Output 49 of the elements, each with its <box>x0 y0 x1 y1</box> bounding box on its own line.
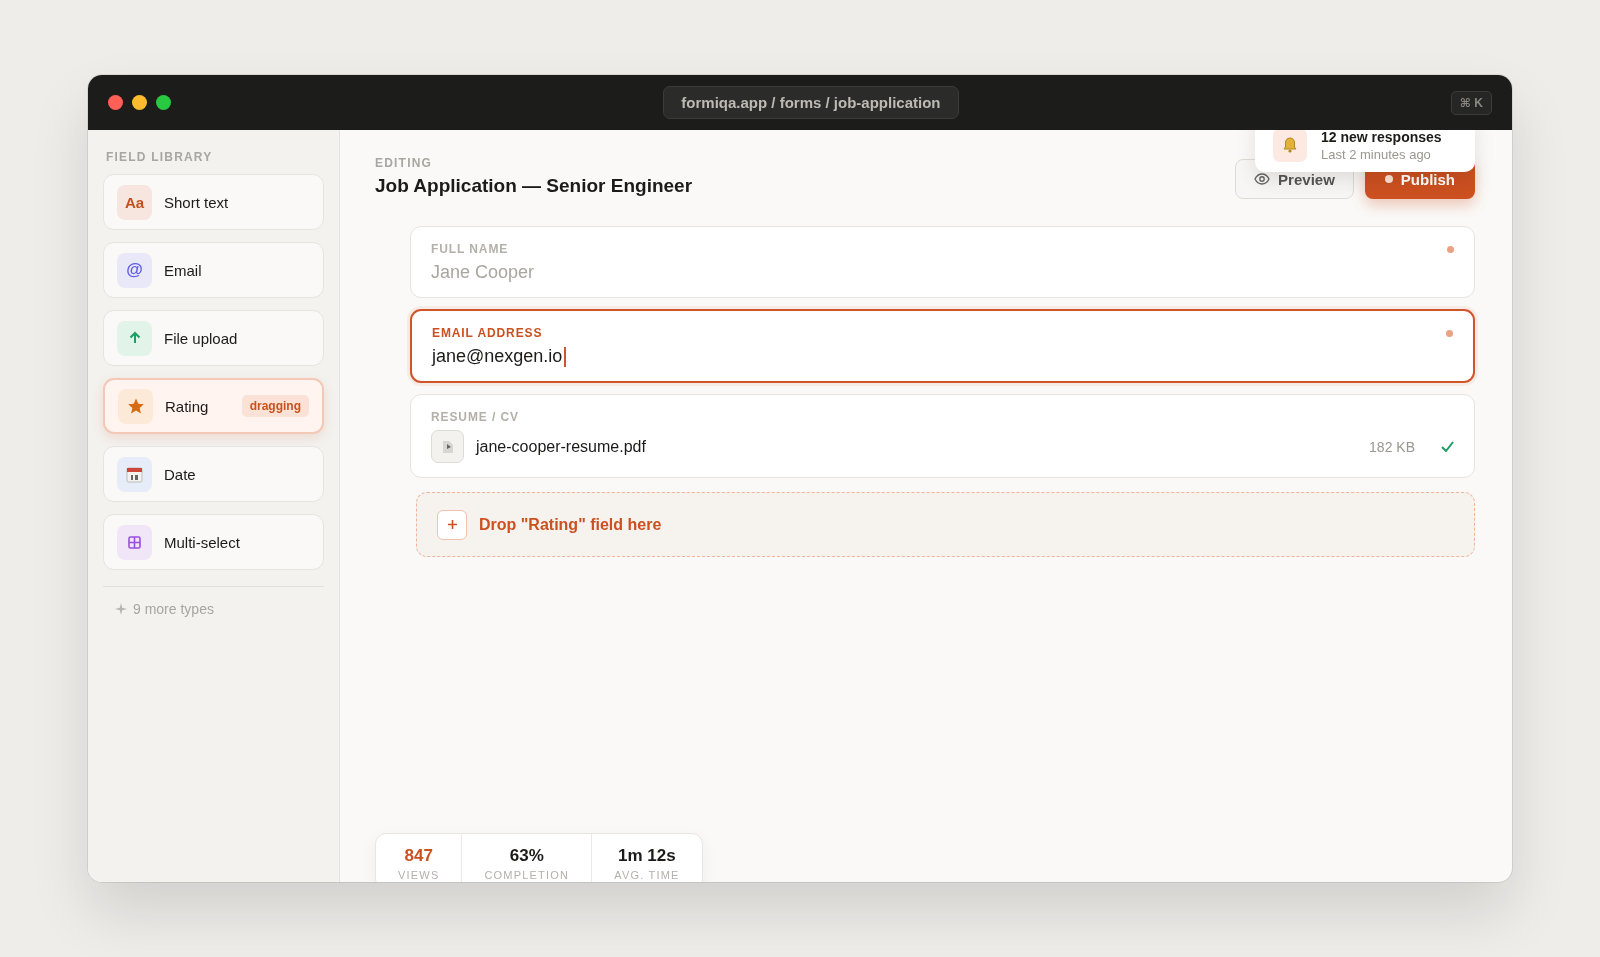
field-label: RESUME / CV <box>431 410 520 424</box>
status-tag: dragging <box>241 395 309 417</box>
stat-value: 63% <box>508 846 545 866</box>
sidebar-heading: FIELD LIBRARY <box>106 150 214 164</box>
file-icon <box>431 430 464 463</box>
text-icon: Aa <box>117 184 152 220</box>
field-label: FULL NAME <box>431 242 510 256</box>
field-type-label: Multi-select <box>164 533 241 551</box>
form-title: Job Application — Senior Engineer <box>375 175 693 197</box>
minimize-button[interactable] <box>132 95 147 110</box>
field-type-label: Rating <box>165 397 210 415</box>
drop-zone-text: Drop "Rating" field here <box>479 515 662 534</box>
stat-value: 847 <box>403 846 434 866</box>
editing-label: EDITING <box>375 156 434 170</box>
bell-icon <box>1273 128 1307 162</box>
stat-label: COMPLETION <box>484 869 570 881</box>
field-type-item[interactable]: Date <box>103 446 324 502</box>
stat-label: VIEWS <box>398 869 440 881</box>
zoom-button[interactable] <box>156 95 171 110</box>
form-field-card[interactable]: RESUME / CV jane-cooper-resume.pdf 182 KB <box>410 394 1475 478</box>
field-type-label: File upload <box>164 329 239 347</box>
field-type-item[interactable]: Multi-select <box>103 514 324 570</box>
plus-icon <box>437 509 467 540</box>
field-type-item[interactable]: Rating dragging <box>103 378 324 434</box>
field-label: EMAIL ADDRESS <box>432 326 544 340</box>
field-value: jane@nexgen.io <box>432 346 563 367</box>
file-size: 182 KB <box>1369 438 1415 455</box>
toast-title: 12 new responses <box>1321 129 1442 145</box>
file-name: jane-cooper-resume.pdf <box>476 437 647 456</box>
sparkle-icon <box>115 603 127 615</box>
toast-subtitle: Last 2 minutes ago <box>1321 147 1432 162</box>
form-field-card[interactable]: EMAIL ADDRESS jane@nexgen.io <box>410 309 1475 383</box>
drop-zone[interactable]: Drop "Rating" field here <box>416 492 1475 557</box>
field-type-item[interactable]: @ Email <box>103 242 324 298</box>
stat-value: 1m 12s <box>617 846 677 866</box>
field-type-item[interactable]: File upload <box>103 310 324 366</box>
field-type-label: Email <box>164 261 203 279</box>
shortcut-key[interactable]: ⌘ K <box>1450 90 1492 115</box>
close-button[interactable] <box>108 95 123 110</box>
dot-icon <box>1384 175 1393 183</box>
text-cursor <box>564 346 567 367</box>
field-type-item[interactable]: Aa Short text <box>103 174 324 230</box>
field-type-label: Short text <box>164 193 230 211</box>
field-type-label: Date <box>164 465 197 483</box>
address-bar[interactable]: formiqa.app / forms / job-application <box>663 86 959 119</box>
name-input[interactable]: Jane Cooper <box>431 262 1454 283</box>
stat-label: AVG. TIME <box>614 869 680 881</box>
eye-icon <box>1254 171 1271 187</box>
at-icon: @ <box>117 252 152 288</box>
